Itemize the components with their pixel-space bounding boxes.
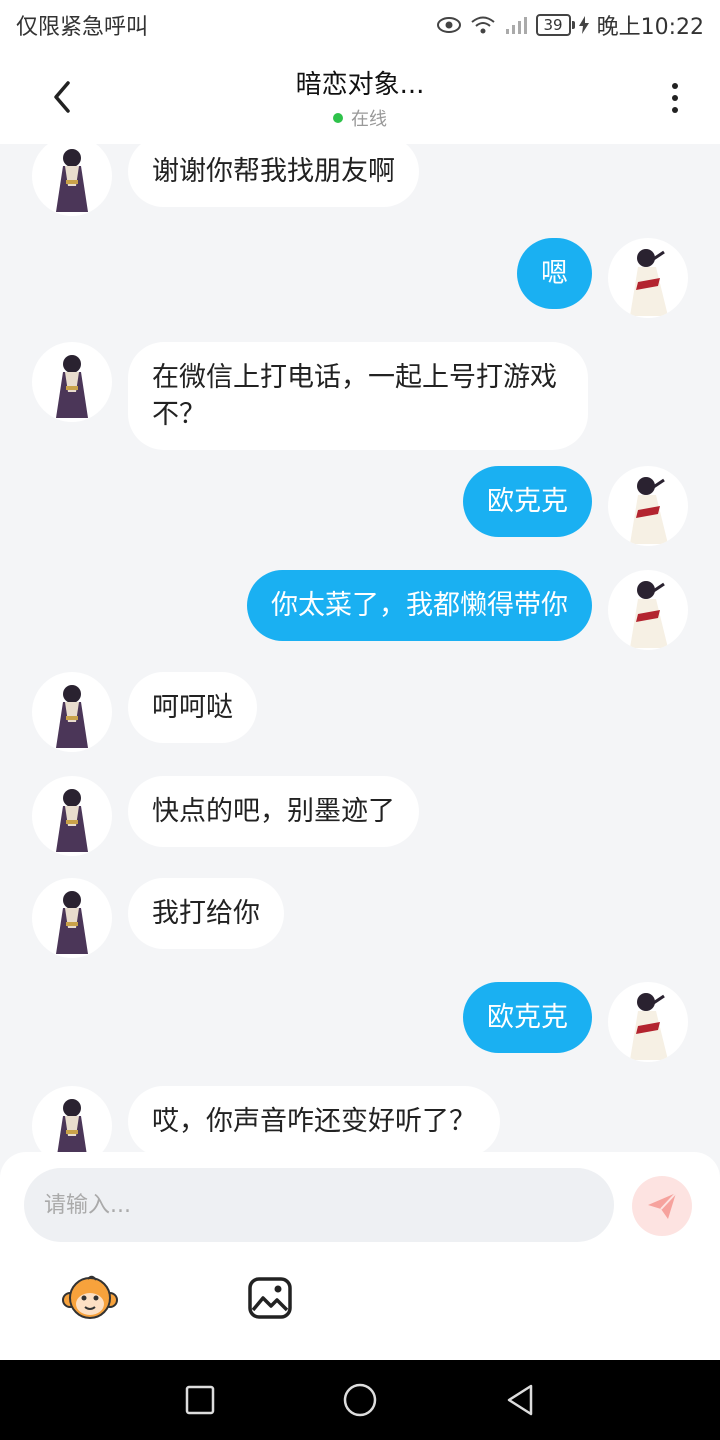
recents-button[interactable] xyxy=(178,1378,222,1422)
message-bubble[interactable]: 哎，你声音咋还变好听了？ xyxy=(128,1086,500,1154)
clock-text: 晚上10:22 xyxy=(596,15,704,40)
online-status: 在线 xyxy=(0,105,720,131)
chat-header: 暗恋对象... 在线 xyxy=(0,50,720,144)
message-bubble[interactable]: 欧克克 xyxy=(463,982,592,1053)
wifi-icon xyxy=(470,16,495,34)
more-dot xyxy=(672,107,678,113)
signal-icon xyxy=(505,17,527,34)
system-nav-bar xyxy=(0,1360,720,1440)
contact-avatar[interactable] xyxy=(32,144,112,216)
paper-plane-icon xyxy=(648,1192,677,1219)
more-options-button[interactable] xyxy=(660,76,690,120)
message-bubble[interactable]: 呵呵哒 xyxy=(128,672,257,743)
back-nav-button[interactable] xyxy=(498,1378,542,1422)
message-input[interactable] xyxy=(24,1168,614,1242)
title-block: 暗恋对象... 在线 xyxy=(0,64,720,131)
circle-icon xyxy=(343,1383,377,1417)
home-button[interactable] xyxy=(338,1378,382,1422)
monkey-face-icon xyxy=(62,1275,118,1319)
message-list[interactable]: 谢谢你帮我找朋友啊 嗯 在微信上打电话，一起上号打游戏不？ 欧克克 你太菜了，我… xyxy=(0,144,720,1154)
message-bubble[interactable]: 欧克克 xyxy=(463,466,592,537)
battery-indicator: 39 xyxy=(535,14,575,36)
contact-avatar[interactable] xyxy=(32,672,112,752)
image-icon xyxy=(248,1277,292,1319)
sticker-button[interactable] xyxy=(62,1274,118,1322)
message-bubble[interactable]: 谢谢你帮我找朋友啊 xyxy=(128,144,419,207)
status-icons: 39 晚上10:22 xyxy=(436,9,704,41)
more-dot xyxy=(672,95,678,101)
online-dot-icon xyxy=(333,113,343,123)
contact-avatar[interactable] xyxy=(32,1086,112,1154)
my-avatar[interactable] xyxy=(608,982,688,1062)
status-bar: 仅限紧急呼叫 39 晚上10:22 xyxy=(0,0,720,50)
my-avatar[interactable] xyxy=(608,466,688,546)
message-bubble[interactable]: 我打给你 xyxy=(128,878,284,949)
eye-icon xyxy=(436,17,461,33)
message-bubble[interactable]: 在微信上打电话，一起上号打游戏不？ xyxy=(128,342,588,450)
message-bubble[interactable]: 嗯 xyxy=(517,238,592,309)
charging-icon xyxy=(578,16,589,34)
chat-title: 暗恋对象... xyxy=(295,70,425,100)
message-bubble[interactable]: 快点的吧，别墨迹了 xyxy=(128,776,419,847)
send-button[interactable] xyxy=(632,1176,692,1236)
square-icon xyxy=(185,1385,215,1415)
my-avatar[interactable] xyxy=(608,238,688,318)
contact-avatar[interactable] xyxy=(32,776,112,856)
message-bubble[interactable]: 你太菜了，我都懒得带你 xyxy=(247,570,592,641)
image-button[interactable] xyxy=(242,1274,298,1322)
online-status-text: 在线 xyxy=(351,109,387,130)
composer-panel xyxy=(0,1152,720,1360)
contact-avatar[interactable] xyxy=(32,878,112,958)
my-avatar[interactable] xyxy=(608,570,688,650)
carrier-text: 仅限紧急呼叫 xyxy=(16,15,149,40)
more-dot xyxy=(672,83,678,89)
contact-avatar[interactable] xyxy=(32,342,112,422)
triangle-back-icon xyxy=(507,1384,533,1416)
